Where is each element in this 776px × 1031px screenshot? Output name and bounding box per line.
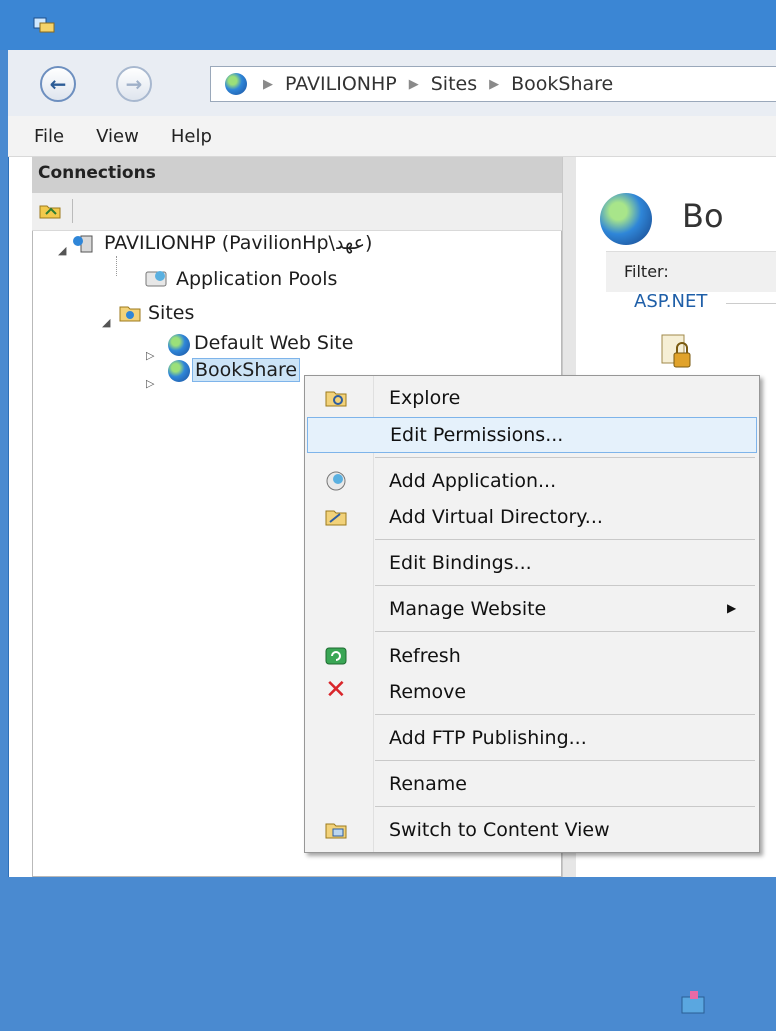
- globe-icon: [225, 73, 247, 95]
- menu-item-switch-content-view[interactable]: Switch to Content View: [307, 812, 757, 848]
- tree-item-server[interactable]: PAVILIONHP (PavilionHp\عهد): [104, 232, 372, 254]
- menu-item-explore[interactable]: Explore: [307, 380, 757, 416]
- tree-item-application-pools[interactable]: Application Pools: [176, 268, 337, 290]
- authentication-feature-icon[interactable]: [660, 333, 694, 373]
- explore-icon: [325, 387, 347, 409]
- toolbar-divider: [72, 199, 73, 223]
- menu-item-add-virtual-directory[interactable]: Add Virtual Directory...: [307, 499, 757, 535]
- menu-item-edit-bindings[interactable]: Edit Bindings...: [307, 545, 757, 581]
- page-title: Bo: [682, 197, 724, 235]
- connections-toolbar: [32, 193, 562, 231]
- connections-title: Connections: [32, 157, 562, 193]
- remove-x-icon: ✕: [325, 675, 347, 705]
- chevron-right-icon: ▶: [263, 76, 273, 92]
- folder-up-icon[interactable]: [38, 200, 62, 220]
- site-globe-icon: [600, 193, 652, 245]
- menu-item-remove[interactable]: ✕ Remove: [307, 674, 757, 710]
- tree-line: [116, 256, 118, 276]
- menu-separator: [375, 457, 755, 458]
- submenu-arrow-icon: ▶: [727, 601, 737, 615]
- menu-separator: [375, 631, 755, 632]
- breadcrumb[interactable]: ▶ PAVILIONHP ▶ Sites ▶ BookShare: [210, 66, 776, 102]
- menu-item-edit-permissions[interactable]: Edit Permissions...: [307, 417, 757, 453]
- breadcrumb-item-server[interactable]: PAVILIONHP: [285, 73, 397, 95]
- back-arrow-icon: ←: [49, 72, 67, 96]
- menu-item-rename[interactable]: Rename: [307, 766, 757, 802]
- breadcrumb-item-sites[interactable]: Sites: [431, 73, 477, 95]
- forward-button[interactable]: →: [116, 66, 152, 102]
- tree-expander[interactable]: ◢: [102, 311, 110, 330]
- menu-file[interactable]: File: [34, 126, 64, 147]
- group-label-aspnet: ASP.NET: [634, 291, 708, 312]
- menu-item-add-application[interactable]: Add Application...: [307, 463, 757, 499]
- iis-manager-icon: [32, 16, 56, 34]
- group-divider: [726, 303, 776, 304]
- tree-expander[interactable]: ◢: [58, 239, 66, 258]
- chevron-right-icon: ▶: [489, 76, 500, 92]
- menu-item-refresh[interactable]: Refresh: [307, 638, 757, 674]
- menu-view[interactable]: View: [96, 126, 139, 147]
- menu-separator: [375, 714, 755, 715]
- menu-separator: [375, 760, 755, 761]
- tree-item-default-web-site[interactable]: Default Web Site: [194, 332, 353, 354]
- context-menu: Explore Edit Permissions... Add Applicat…: [304, 375, 760, 853]
- breadcrumb-item-bookshare[interactable]: BookShare: [511, 73, 613, 95]
- filter-bar: Filter:: [606, 251, 776, 292]
- virtual-directory-icon: [325, 506, 347, 528]
- menu-item-manage-website[interactable]: Manage Website ▶: [307, 591, 757, 627]
- refresh-icon: [325, 645, 347, 667]
- add-application-icon: [325, 470, 347, 492]
- forward-arrow-icon: →: [125, 72, 143, 96]
- sites-folder-icon: [118, 302, 142, 324]
- menu-item-add-ftp-publishing[interactable]: Add FTP Publishing...: [307, 720, 757, 756]
- menu-separator: [375, 585, 755, 586]
- tree-expander[interactable]: ▷: [146, 344, 154, 363]
- filter-label: Filter:: [624, 262, 669, 281]
- app-pools-icon: [144, 268, 168, 290]
- server-icon: [72, 233, 94, 255]
- menu-separator: [375, 806, 755, 807]
- back-button[interactable]: ←: [40, 66, 76, 102]
- content-view-icon: [325, 819, 347, 841]
- menu-separator: [375, 539, 755, 540]
- feature-icon[interactable]: [676, 987, 710, 1027]
- menu-help[interactable]: Help: [171, 126, 212, 147]
- menu-bar: File View Help: [8, 116, 776, 157]
- tree-item-bookshare[interactable]: BookShare: [192, 358, 301, 382]
- chevron-right-icon: ▶: [408, 76, 419, 92]
- default-site-globe-icon: [168, 334, 190, 356]
- bookshare-globe-icon: [168, 360, 190, 382]
- title-bar: [0, 0, 776, 50]
- tree-item-sites[interactable]: Sites: [148, 302, 194, 324]
- tree-expander[interactable]: ▷: [146, 372, 154, 391]
